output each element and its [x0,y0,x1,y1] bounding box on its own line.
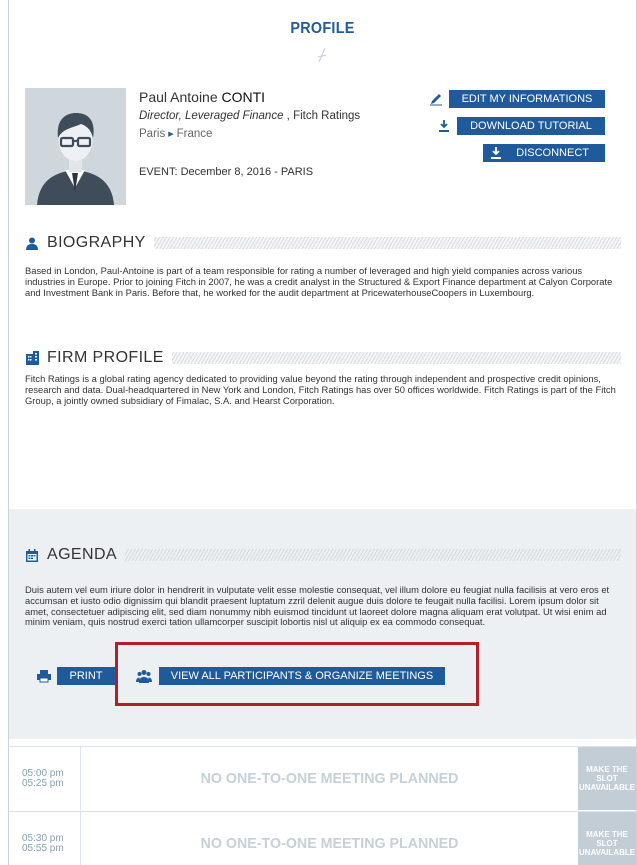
download-tutorial-button[interactable]: DOWNLOAD TUTORIAL [457,117,605,135]
firm-profile-heading: FIRM PROFILE [25,347,621,369]
user-silhouette-icon [25,88,126,205]
slot-action-line1: MAKE THE SLOT [586,830,628,848]
agenda-title: AGENDA [47,546,117,563]
time-slot-row: 05:00 pm 05:25 pm NO ONE-TO-ONE MEETING … [9,746,636,810]
slot-end: 05:25 pm [22,777,64,789]
profile-location: Paris ▶ France [139,128,212,140]
slot-status: NO ONE-TO-ONE MEETING PLANNED [200,835,459,852]
first-names: Paul Antoine [139,89,218,105]
slot-end: 05:55 pm [22,842,64,854]
make-slot-unavailable-button[interactable]: MAKE THE SLOT UNAVAILABLE [578,812,636,865]
position: Director, Leveraged Finance [139,110,284,122]
city: Paris [139,128,166,140]
building-icon [25,351,39,365]
download-icon[interactable] [435,117,453,135]
profile-role: Director, Leveraged Finance , Fitch Rati… [139,110,360,122]
arrow-right-icon: ▶ [168,131,174,138]
firm-profile-title: FIRM PROFILE [47,349,164,366]
heading-rule [124,549,621,561]
pen-divider-icon [317,47,327,63]
biography-title: BIOGRAPHY [47,234,146,251]
disconnect-icon [487,144,505,162]
last-name: CONTI [221,89,266,105]
country: France [176,128,213,140]
make-slot-unavailable-button[interactable]: MAKE THE SLOT UNAVAILABLE [578,747,636,810]
slot-start: 05:30 pm [22,832,64,844]
profile-name: Paul Antoine CONTI [139,89,265,105]
biography-heading: BIOGRAPHY [25,232,621,254]
avatar [25,88,126,205]
person-icon [25,236,39,250]
page-title: PROFILE [290,20,355,37]
agenda-heading: AGENDA [25,544,621,566]
slot-action-line2: UNAVAILABLE [578,783,636,792]
disconnect-label: DISCONNECT [516,147,589,159]
slot-start: 05:00 pm [22,767,64,779]
edit-pencil-icon[interactable] [427,90,445,108]
firm-profile-text: Fitch Ratings is a global rating agency … [25,373,616,406]
profile-panel: PROFILE Paul Antoine CONTI Director, Lev… [8,0,637,865]
heading-rule [171,352,621,364]
slot-action-line2: UNAVAILABLE [578,848,636,857]
slot-status: NO ONE-TO-ONE MEETING PLANNED [200,770,459,787]
company: Fitch Ratings [293,110,361,122]
event-info: EVENT: December 8, 2016 - PARIS [139,166,314,178]
heading-rule [153,237,621,249]
company-separator: , [283,110,294,122]
agenda-text: Duis autem vel eum iriure dolor in hendr… [25,585,610,627]
printer-icon[interactable] [35,667,53,685]
time-slot-row: 05:30 pm 05:55 pm NO ONE-TO-ONE MEETING … [9,811,636,865]
biography-text: Based in London, Paul-Antoine is part of… [25,265,613,298]
slot-action-line1: MAKE THE SLOT [586,765,628,783]
slot-time: 05:30 pm 05:55 pm [9,812,81,865]
highlight-box [115,642,479,706]
edit-informations-button[interactable]: EDIT MY INFORMATIONS [449,90,605,108]
calendar-icon [25,548,39,562]
slot-time: 05:00 pm 05:25 pm [9,747,81,810]
print-button[interactable]: PRINT [57,667,115,685]
